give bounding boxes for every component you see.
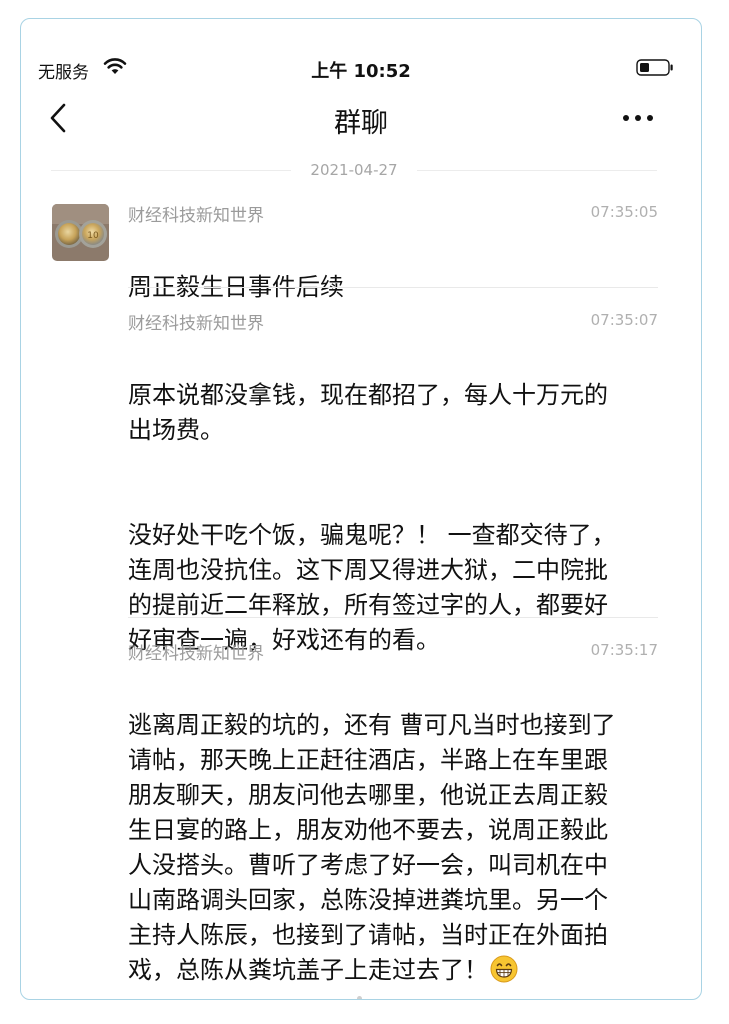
- scroll-indicator: [357, 996, 362, 999]
- message-paragraph: 没好处干吃个饭，骗鬼呢？！ 一查都交待了， 连周也没抗住。这下周又得进大狱，二中…: [128, 521, 616, 654]
- sender-name[interactable]: 财经科技新知世界: [128, 201, 264, 226]
- status-time: 上午 10:52: [311, 61, 411, 82]
- svg-text:10: 10: [87, 231, 99, 241]
- message-item[interactable]: 财经科技新知世界 07:35:17 逃离周正毅的坑的，还有 曹可凡当时也接到了 …: [128, 639, 658, 984]
- message-paragraph-text: 逃离周正毅的坑的，还有 曹可凡当时也接到了 请帖，那天晚上正赶往酒店，半路上在车…: [128, 711, 616, 984]
- chat-window: 无服务 上午 10:52 群聊 2021-04-27 10 财经科技新知世界 0…: [20, 18, 702, 1000]
- battery-icon: [636, 59, 673, 76]
- grinning-face-emoji-icon: [490, 955, 518, 983]
- more-options-button[interactable]: [619, 105, 657, 131]
- message-paragraph: 原本说都没拿钱，现在都招了，每人十万元的 出场费。: [128, 381, 608, 444]
- message-item[interactable]: 财经科技新知世界 07:35:07 原本说都没拿钱，现在都招了，每人十万元的 出…: [128, 309, 658, 654]
- avatar[interactable]: 10: [52, 204, 109, 261]
- message-text: 逃离周正毅的坑的，还有 曹可凡当时也接到了 请帖，那天晚上正赶往酒店，半路上在车…: [128, 673, 653, 999]
- page-title: 群聊: [334, 108, 388, 139]
- divider-line: [417, 170, 657, 171]
- message-separator: [128, 617, 658, 618]
- message-time: 07:35:17: [590, 641, 658, 659]
- message-item[interactable]: 财经科技新知世界 07:35:05 周正毅生日事件后续: [128, 201, 658, 301]
- sender-name[interactable]: 财经科技新知世界: [128, 639, 264, 664]
- sender-name[interactable]: 财经科技新知世界: [128, 309, 264, 334]
- message-time: 07:35:07: [590, 311, 658, 329]
- date-divider: 2021-04-27: [51, 159, 657, 183]
- nav-bar: 群聊: [21, 91, 701, 147]
- message-separator: [128, 287, 658, 288]
- message-time: 07:35:05: [590, 203, 658, 221]
- status-bar: 无服务 上午 10:52: [21, 19, 701, 83]
- message-paragraph: 逃离周正毅的坑的，还有 曹可凡当时也接到了 请帖，那天晚上正赶往酒店，半路上在车…: [128, 708, 653, 988]
